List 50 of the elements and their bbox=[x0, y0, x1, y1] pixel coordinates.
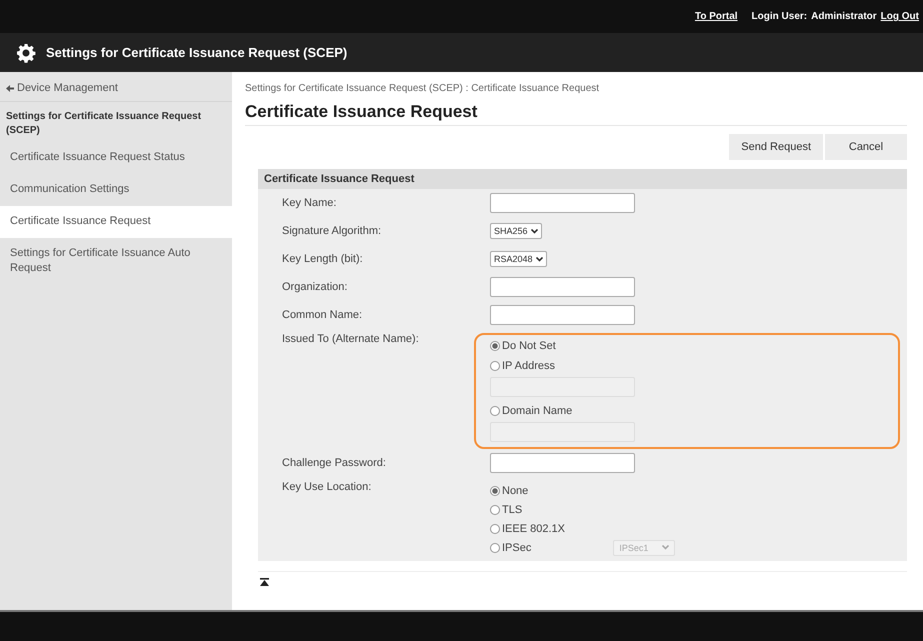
text-field[interactable] bbox=[490, 305, 635, 325]
radio-button[interactable] bbox=[490, 361, 500, 371]
radio-label: TLS bbox=[502, 504, 522, 516]
portal-link[interactable]: To Portal bbox=[694, 11, 738, 22]
radio-label: IEEE 802.1X bbox=[502, 522, 565, 534]
breadcrumb: Settings for Certificate Issuance Request (SCEP) : Certificate Issuance Request bbox=[245, 83, 600, 94]
radio-button[interactable] bbox=[490, 486, 500, 496]
field-label: Issued To (Alternate Name): bbox=[282, 333, 420, 345]
text-field[interactable] bbox=[490, 277, 635, 297]
sidebar-item[interactable]: Settings for Certificate Issuance Auto Request bbox=[0, 238, 232, 284]
field-label: Signature Algorithm: bbox=[282, 225, 382, 237]
page-heading: Certificate Issuance Request bbox=[245, 102, 907, 126]
chevron-icon bbox=[662, 545, 670, 550]
radio-label: Do Not Set bbox=[502, 340, 556, 352]
field-label: Key Length (bit): bbox=[282, 253, 364, 265]
sidebar-section-title: Settings for Certificate Issuance Request (SCEP) bbox=[5, 110, 202, 138]
user-label: Login User: bbox=[752, 11, 808, 22]
sidebar-item[interactable]: Communication Settings bbox=[0, 174, 232, 206]
sidebar-item[interactable]: Certificate Issuance Request bbox=[0, 206, 232, 238]
radio-button[interactable] bbox=[490, 542, 500, 552]
radio-label: IP Address bbox=[502, 360, 555, 372]
user-name: Administrator bbox=[811, 11, 877, 22]
radio-button[interactable] bbox=[490, 341, 500, 351]
section-header: Certificate Issuance Request bbox=[258, 169, 907, 189]
back-link[interactable]: Device Management bbox=[17, 82, 118, 94]
text-field[interactable] bbox=[490, 193, 635, 213]
radio-label: IPSec bbox=[502, 542, 532, 554]
dropdown[interactable]: RSA2048 bbox=[490, 251, 547, 267]
radio-button[interactable] bbox=[490, 406, 500, 416]
cancel-button[interactable]: Cancel bbox=[825, 134, 907, 160]
text-field[interactable] bbox=[490, 453, 635, 473]
chevron-icon bbox=[530, 228, 538, 234]
field-label: Common Name: bbox=[282, 309, 364, 321]
scroll-top-icon[interactable] bbox=[260, 578, 269, 587]
settings-icon bbox=[16, 42, 36, 62]
sidebar-item[interactable]: Certificate Issuance Request Status bbox=[0, 142, 232, 174]
field-label: Organization: bbox=[282, 281, 348, 293]
logout-link[interactable]: Log Out bbox=[880, 11, 919, 22]
send-request-button[interactable]: Send Request bbox=[729, 134, 823, 160]
page-title: Settings for Certificate Issuance Request (SCEP) bbox=[46, 45, 348, 60]
dropdown[interactable]: SHA256 bbox=[490, 223, 542, 239]
radio-label: None bbox=[502, 484, 528, 496]
field-label: Key Name: bbox=[282, 197, 338, 209]
radio-button[interactable] bbox=[490, 524, 500, 534]
radio-button[interactable] bbox=[490, 504, 500, 514]
field-label: Key Use Location: bbox=[282, 481, 372, 493]
chevron-icon bbox=[536, 256, 543, 262]
back-arrow-icon bbox=[6, 84, 14, 92]
field-label: Challenge Password: bbox=[282, 457, 387, 469]
radio-label: Domain Name bbox=[502, 405, 572, 417]
